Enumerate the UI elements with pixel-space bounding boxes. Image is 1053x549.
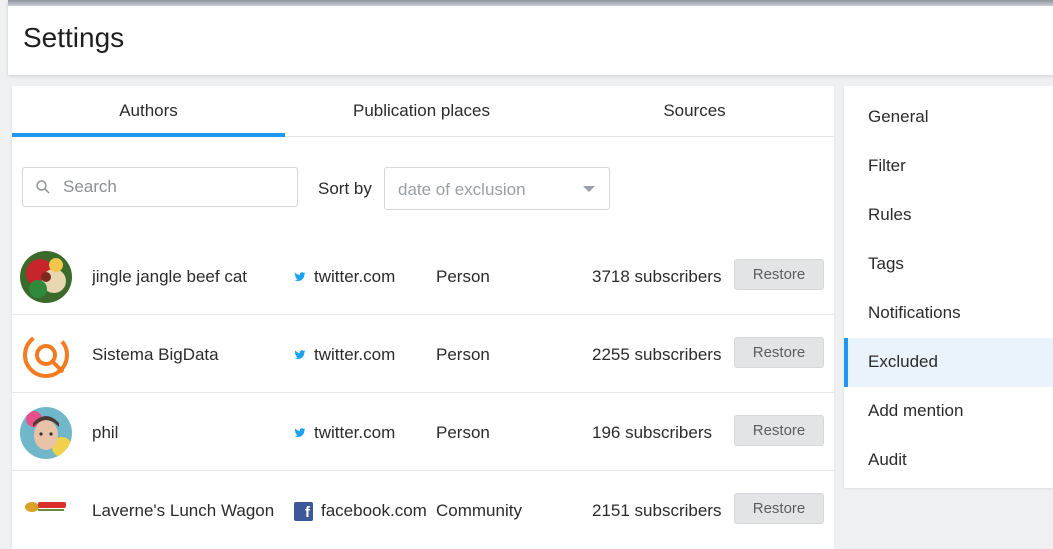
menu-item-notifications[interactable]: Notifications [844, 289, 1053, 338]
author-row: Laverne's Lunch Wagon f facebook.com Com… [12, 471, 834, 549]
source-domain: twitter.com [314, 267, 396, 286]
page-title: Settings [23, 22, 125, 53]
menu-item-tags[interactable]: Tags [844, 240, 1053, 289]
author-source[interactable]: twitter.com [294, 345, 395, 365]
twitter-icon [294, 350, 306, 360]
avatar [20, 251, 72, 303]
author-name: Sistema BigData [92, 345, 219, 364]
source-domain: facebook.com [321, 501, 427, 520]
menu-item-rules[interactable]: Rules [844, 191, 1053, 240]
restore-button[interactable]: Restore [734, 493, 824, 524]
author-subscribers: 2151 subscribers [592, 501, 722, 520]
source-domain: twitter.com [314, 423, 396, 442]
search-box[interactable] [22, 167, 298, 207]
avatar [20, 329, 72, 381]
author-row: jingle jangle beef cat twitter.com Perso… [12, 237, 834, 315]
author-source[interactable]: f facebook.com [294, 501, 427, 521]
author-type: Person [436, 423, 490, 442]
menu-item-excluded[interactable]: Excluded [844, 338, 1053, 387]
menu-item-filter[interactable]: Filter [844, 142, 1053, 191]
chevron-down-icon [583, 186, 595, 192]
settings-menu: General Filter Rules Tags Notifications … [844, 86, 1053, 488]
author-type: Person [436, 267, 490, 286]
author-type: Person [436, 345, 490, 364]
filters-bar: Sort by date of exclusion [12, 137, 834, 237]
twitter-icon [294, 428, 306, 438]
author-subscribers: 196 subscribers [592, 423, 713, 442]
menu-item-audit[interactable]: Audit [844, 436, 1053, 485]
menu-item-add-mention[interactable]: Add mention [844, 387, 1053, 436]
twitter-icon [294, 272, 306, 282]
restore-button[interactable]: Restore [734, 337, 824, 368]
author-subscribers: 3718 subscribers [592, 267, 722, 286]
search-icon [36, 180, 50, 194]
menu-item-general[interactable]: General [844, 93, 1053, 142]
author-row: phil twitter.com Person 196 subscribers … [12, 393, 834, 471]
author-name: phil [92, 423, 119, 442]
sort-select[interactable]: date of exclusion [384, 167, 610, 210]
author-source[interactable]: twitter.com [294, 423, 395, 443]
author-type: Community [436, 501, 522, 520]
avatar [20, 485, 72, 537]
window-edge [8, 0, 1053, 6]
tab-publication-places[interactable]: Publication places [285, 86, 558, 136]
author-row: Sistema BigData twitter.com Person 2255 … [12, 315, 834, 393]
restore-button[interactable]: Restore [734, 415, 824, 446]
facebook-icon: f [294, 501, 313, 521]
authors-list: jingle jangle beef cat twitter.com Perso… [12, 237, 834, 549]
sort-label: Sort by [318, 179, 372, 198]
author-source[interactable]: twitter.com [294, 267, 395, 287]
author-name: Laverne's Lunch Wagon [92, 501, 275, 520]
source-domain: twitter.com [314, 345, 396, 364]
restore-button[interactable]: Restore [734, 259, 824, 290]
author-subscribers: 2255 subscribers [592, 345, 722, 364]
excluded-panel: Authors Publication places Sources Sort … [12, 86, 834, 549]
author-name: jingle jangle beef cat [92, 267, 248, 286]
avatar [20, 407, 72, 459]
tab-bar: Authors Publication places Sources [12, 86, 834, 137]
tab-authors[interactable]: Authors [12, 86, 285, 137]
sort-value: date of exclusion [398, 180, 526, 199]
header-bar: Settings [8, 0, 1053, 75]
search-input[interactable] [63, 168, 293, 206]
tab-sources[interactable]: Sources [558, 86, 831, 136]
